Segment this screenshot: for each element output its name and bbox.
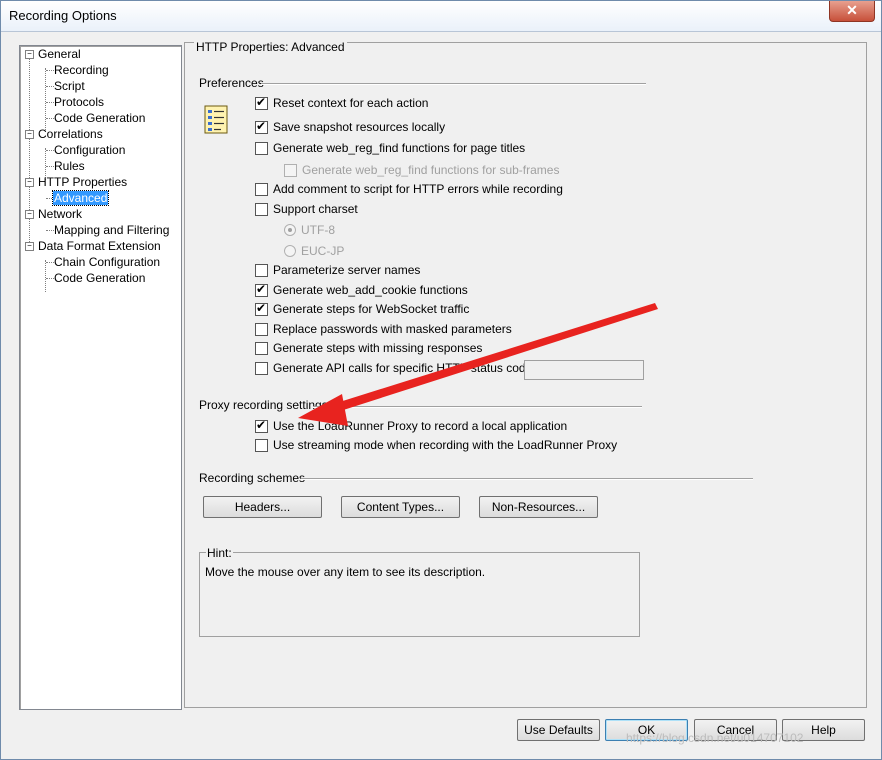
watermark: https://blog.csdn.net/u014707102 [626,731,804,745]
api-status-codes-option[interactable]: Generate API calls for specific HTTP sta… [255,360,542,376]
collapse-icon[interactable]: − [25,210,34,219]
non-resources-button[interactable]: Non-Resources... [479,496,598,518]
tree-item-mapping-and-filtering[interactable]: Mapping and Filtering [53,223,170,237]
reset-context-checkbox[interactable] [255,95,268,110]
streaming-mode-checkbox[interactable] [255,438,268,452]
use-loadrunner-proxy-label: Use the LoadRunner Proxy to record a loc… [273,419,568,433]
http-errors-comment-label: Add comment to script for HTTP errors wh… [273,182,563,196]
collapse-icon[interactable]: − [25,50,34,59]
tree-item-script[interactable]: Script [53,79,86,93]
parameterize-servers-checkbox[interactable] [255,263,268,277]
reg-find-subframes-option[interactable]: Generate web_reg_find functions for sub-… [284,162,559,178]
content-types-button[interactable]: Content Types... [341,496,460,518]
http-errors-comment-checkbox[interactable] [255,182,268,196]
missing-responses-option[interactable]: Generate steps with missing responses [255,340,482,356]
websocket-steps-option[interactable]: Generate steps for WebSocket traffic [255,301,469,317]
tree-item-http-properties[interactable]: HTTP Properties [37,175,128,189]
add-cookie-option[interactable]: Generate web_add_cookie functions [255,282,468,298]
missing-responses-checkbox[interactable] [255,341,268,355]
reg-find-subframes-label: Generate web_reg_find functions for sub-… [302,163,560,177]
streaming-mode-option[interactable]: Use streaming mode when recording with t… [255,437,617,453]
use-defaults-button[interactable]: Use Defaults [517,719,600,741]
tree-item-protocols[interactable]: Protocols [53,95,105,109]
tree-connector [45,68,46,132]
mask-passwords-label: Replace passwords with masked parameters [273,322,512,336]
window-title: Recording Options [9,8,117,23]
utf8-radio[interactable] [284,224,296,236]
http-errors-comment-option[interactable]: Add comment to script for HTTP errors wh… [255,181,563,197]
add-cookie-label: Generate web_add_cookie functions [273,283,468,297]
hint-text: Move the mouse over any item to see its … [205,565,486,579]
options-tree[interactable]: − − − − − General Recording Script Proto… [19,45,182,710]
tree-item-code-generation-2[interactable]: Code Generation [53,271,146,285]
tree-item-data-format-extension[interactable]: Data Format Extension [37,239,162,253]
reg-find-subframes-checkbox[interactable] [284,163,297,177]
support-charset-option[interactable]: Support charset [255,201,358,217]
eucjp-radio[interactable] [284,245,296,257]
tree-item-network[interactable]: Network [37,207,83,221]
schemes-divider [301,478,753,480]
preferences-divider [261,83,646,85]
support-charset-checkbox[interactable] [255,202,268,216]
parameterize-servers-label: Parameterize server names [273,263,421,277]
reg-find-titles-checkbox[interactable] [255,141,268,155]
proxy-heading: Proxy recording settings [199,398,328,412]
missing-responses-label: Generate steps with missing responses [273,341,483,355]
tree-item-rules[interactable]: Rules [53,159,86,173]
preferences-heading: Preferences [199,76,264,90]
websocket-steps-label: Generate steps for WebSocket traffic [273,302,470,316]
status-codes-input[interactable] [524,360,644,380]
collapse-icon[interactable]: − [25,242,34,251]
mask-passwords-checkbox[interactable] [255,322,268,336]
save-snapshot-checkbox[interactable] [255,119,268,134]
tree-item-configuration[interactable]: Configuration [53,143,126,157]
api-status-codes-checkbox[interactable] [255,361,268,375]
headers-button[interactable]: Headers... [203,496,322,518]
reset-context-label: Reset context for each action [273,96,429,110]
tree-item-recording[interactable]: Recording [53,63,110,77]
use-loadrunner-proxy-checkbox[interactable] [255,418,268,433]
api-status-codes-label: Generate API calls for specific HTTP sta… [273,361,542,375]
parameterize-servers-option[interactable]: Parameterize server names [255,262,420,278]
tree-item-chain-configuration[interactable]: Chain Configuration [53,255,161,269]
charset-utf8-option[interactable]: UTF-8 [284,222,335,238]
collapse-icon[interactable]: − [25,178,34,187]
panel-title: HTTP Properties: Advanced [194,40,347,54]
reg-find-titles-option[interactable]: Generate web_reg_find functions for page… [255,140,525,156]
reset-context-option[interactable]: Reset context for each action [255,95,428,111]
save-snapshot-option[interactable]: Save snapshot resources locally [255,119,445,135]
hint-label: Hint: [206,546,233,560]
collapse-icon[interactable]: − [25,130,34,139]
proxy-divider [313,406,642,408]
add-cookie-checkbox[interactable] [255,282,268,297]
reg-find-titles-label: Generate web_reg_find functions for page… [273,141,526,155]
schemes-heading: Recording schemes [199,471,306,485]
use-loadrunner-proxy-option[interactable]: Use the LoadRunner Proxy to record a loc… [255,418,567,434]
tree-item-advanced[interactable]: Advanced [51,190,110,206]
preferences-icon [204,105,228,134]
tree-connector [45,260,46,292]
support-charset-label: Support charset [273,202,358,216]
close-button[interactable]: ✕ [829,1,875,22]
utf8-label: UTF-8 [301,223,335,237]
save-snapshot-label: Save snapshot resources locally [273,120,446,134]
websocket-steps-checkbox[interactable] [255,301,268,316]
eucjp-label: EUC-JP [301,244,345,258]
title-bar: Recording Options ✕ [1,1,881,32]
mask-passwords-option[interactable]: Replace passwords with masked parameters [255,321,512,337]
tree-item-correlations[interactable]: Correlations [37,127,104,141]
recording-options-dialog: Recording Options ✕ − − − − − General Re… [0,0,882,760]
tree-item-code-generation[interactable]: Code Generation [53,111,146,125]
dialog-body: − − − − − General Recording Script Proto… [1,32,881,759]
charset-eucjp-option[interactable]: EUC-JP [284,243,344,259]
tree-item-general[interactable]: General [37,47,82,61]
streaming-mode-label: Use streaming mode when recording with t… [273,438,618,452]
